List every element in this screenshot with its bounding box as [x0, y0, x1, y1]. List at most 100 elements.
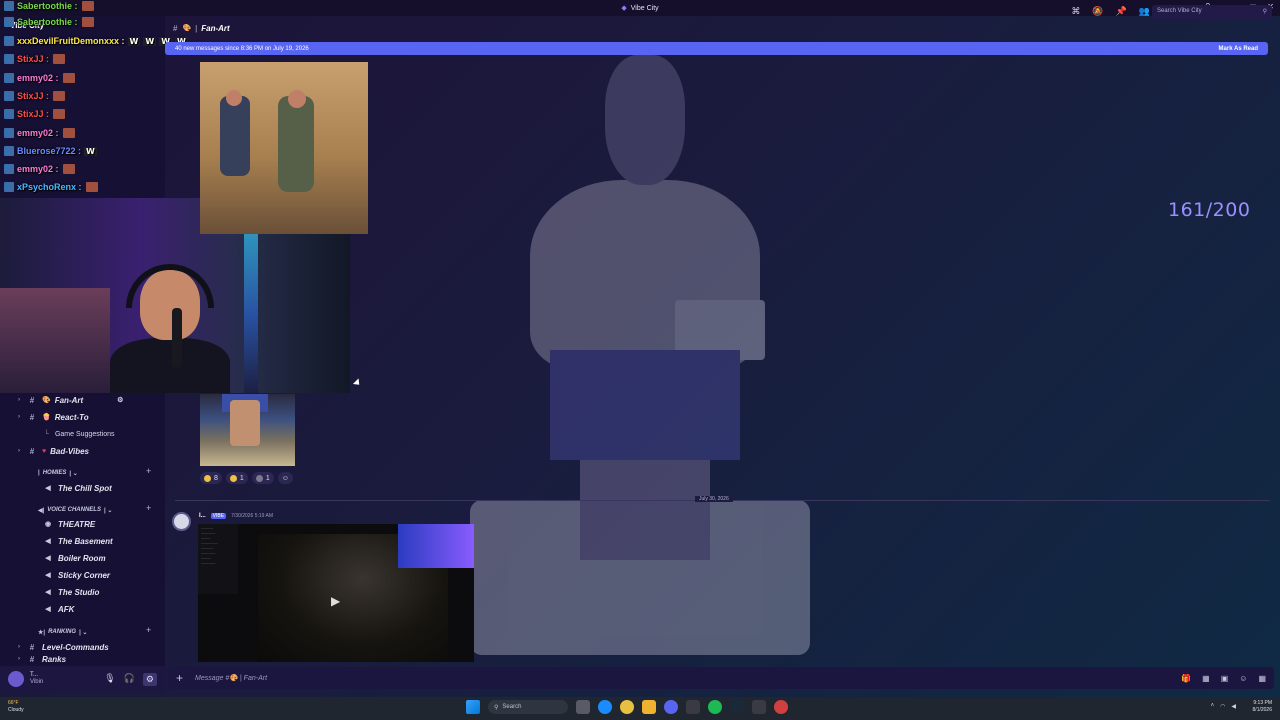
thread-game-suggestions[interactable]: └ Game Suggestions [44, 427, 115, 441]
overlay-chat-username: emmy02 : [17, 73, 59, 83]
task-view-icon[interactable] [576, 700, 590, 714]
voice-channel-basement[interactable]: ◀ The Basement [44, 534, 113, 548]
chat-emote-icon [62, 73, 75, 83]
background-image-statue [470, 50, 810, 655]
overlay-chat-line: xPsychoRenx : [4, 181, 98, 193]
gif-icon[interactable]: ▦ [1202, 674, 1210, 683]
chrome-icon[interactable] [620, 700, 634, 714]
channel-fan-art[interactable]: › # 🎨 Fan-Art ⚙ [18, 393, 123, 407]
clock[interactable]: 9:13 PM 8/1/2026 [1253, 700, 1272, 714]
neon-sign-left [0, 206, 5, 222]
overlay-chat-username: Sabertoothie : [17, 1, 78, 11]
steam-icon[interactable] [730, 700, 744, 714]
add-reaction-button[interactable]: ☺ [277, 472, 293, 484]
overlay-chat-line: StixJJ : [4, 108, 66, 120]
spotify-icon[interactable] [708, 700, 722, 714]
hashtag-icon: # [29, 642, 35, 652]
gift-icon[interactable]: 🎁 [1181, 674, 1191, 683]
message-author[interactable]: I... [199, 513, 206, 519]
start-button[interactable] [466, 700, 480, 714]
channel-settings-icon[interactable]: ⚙ [117, 396, 123, 404]
chat-emote: W [84, 146, 97, 156]
chat-emote-icon [53, 109, 66, 119]
new-messages-banner[interactable]: 40 new messages since 8:36 PM on July 19… [165, 42, 1268, 55]
reaction-laughing[interactable]: 8 [200, 472, 222, 484]
member-list-icon[interactable]: 👥 [1139, 6, 1150, 17]
sticker-icon[interactable]: ▣ [1221, 674, 1229, 683]
reaction-custom[interactable]: 1 [251, 472, 274, 484]
server-tag-badge[interactable]: VIBE [210, 513, 227, 519]
hashtag-icon: # [29, 655, 35, 663]
channel-label: The Basement [58, 536, 113, 546]
reaction-count: 1 [239, 474, 244, 482]
weather-widget[interactable]: 66°F Cloudy [8, 700, 24, 714]
volume-icon[interactable]: ◀ [1231, 703, 1236, 710]
apps-icon[interactable]: ▦ [1258, 674, 1266, 683]
channel-level-commands[interactable]: › # Level-Commands [18, 640, 109, 654]
chat-emote-icon [85, 182, 98, 192]
pinned-messages-icon[interactable]: 📌 [1116, 6, 1127, 17]
chevron-up-icon[interactable]: ˄ [1211, 703, 1215, 710]
channel-label: Sticky Corner [58, 570, 111, 580]
speaker-icon: ◀ [45, 606, 51, 613]
edge-icon[interactable] [598, 700, 612, 714]
voice-channel-studio[interactable]: ◀ The Studio [44, 585, 99, 599]
voice-channel-afk[interactable]: ◀ AFK [44, 602, 74, 616]
headphones-icon[interactable]: 🎧 [124, 673, 135, 686]
channel-label: AFK [58, 604, 75, 614]
avatar[interactable] [8, 671, 24, 687]
app-icon[interactable] [686, 700, 700, 714]
attach-plus-icon[interactable]: + [176, 671, 183, 685]
hashtag-icon: # [173, 23, 178, 33]
obs-icon[interactable] [774, 700, 788, 714]
overlay-chat-username: StixJJ : [17, 91, 50, 101]
channel-react-to[interactable]: › # 🍿 React-To [18, 410, 89, 424]
app-icon[interactable] [752, 700, 766, 714]
category-ranking[interactable]: ★| RANKING | ⌄ [38, 626, 87, 638]
mark-as-read-button[interactable]: Mark As Read [1219, 46, 1258, 52]
emoji-icon[interactable]: ☺ [1239, 674, 1247, 683]
taskbar-search[interactable]: ⚲ Search [488, 700, 568, 714]
reaction-pleading[interactable]: 1 [225, 472, 248, 484]
voice-channel-chill-spot[interactable]: ◀ The Chill Spot [44, 481, 111, 495]
statue-image[interactable] [200, 394, 295, 466]
wifi-icon[interactable]: ◠ [1220, 703, 1225, 710]
weather-desc: Cloudy [8, 707, 24, 713]
search-placeholder: Search Vibe City [1157, 8, 1202, 14]
discord-icon[interactable] [664, 700, 678, 714]
channel-label: Ranks [42, 655, 67, 663]
notification-bell-icon[interactable]: 🔕 [1092, 6, 1103, 17]
avatar[interactable] [172, 512, 191, 531]
fan-art-image[interactable] [200, 62, 368, 234]
overlay-chat-line: xxxDevilFruitDemonxxx :WWWW [4, 35, 188, 47]
video-attachment[interactable]: ————— —————— ———— ——————— ————— —————— ———— ———… [198, 524, 474, 662]
chat-badge-icon [4, 164, 14, 174]
overlay-chat-username: Bluerose7722 : [17, 146, 82, 156]
message-composer[interactable]: + Message #🎨 | Fan-Art 🎁 ▦ ▣ ☺ ▦ [168, 667, 1274, 689]
stage-channel-theatre[interactable]: ◉ THEATRE [44, 517, 95, 531]
channel-ranks[interactable]: › # Ranks [18, 655, 66, 663]
category-homies[interactable]: | HOMIES | ⌄ [38, 467, 78, 479]
channel-title: Fan-Art [201, 23, 230, 33]
clock-time: 9:13 PM [1253, 700, 1272, 706]
overlay-chat-username: Sabertoothie : [17, 17, 78, 27]
stage-icon: ◉ [44, 521, 52, 528]
play-icon[interactable]: ▶ [331, 594, 340, 608]
popcorn-icon: 🍿 [42, 414, 51, 421]
window-title: Vibe City [630, 4, 659, 12]
category-voice-channels[interactable]: ◀| VOICE CHANNELS | ⌄ [38, 504, 112, 516]
search-input[interactable]: Search Vibe City ⚲ [1152, 5, 1272, 19]
overlay-chat-line: StixJJ : [4, 53, 66, 65]
voice-channel-sticky-corner[interactable]: ◀ Sticky Corner [44, 568, 110, 582]
channel-header: # 🎨 | Fan-Art [173, 23, 230, 33]
overlay-chat-username: xPsychoRenx : [17, 182, 82, 192]
file-explorer-icon[interactable] [642, 700, 656, 714]
hashtag-icon: # [29, 395, 35, 405]
microphone-icon[interactable]: 🎙 [104, 673, 115, 686]
user-panel: T... Vibin 🎙 🎧 ⚙ [0, 666, 165, 692]
voice-channel-boiler-room[interactable]: ◀ Boiler Room [44, 551, 105, 565]
threads-icon[interactable]: ⌘ [1071, 6, 1080, 17]
user-settings-icon[interactable]: ⚙ [142, 672, 157, 686]
stream-chat-overlay: Sabertoothie : Sabertoothie : xxxDevilFrui… [0, 0, 188, 200]
channel-bad-vibes[interactable]: › # ♥ Bad-Vibes [18, 444, 89, 458]
